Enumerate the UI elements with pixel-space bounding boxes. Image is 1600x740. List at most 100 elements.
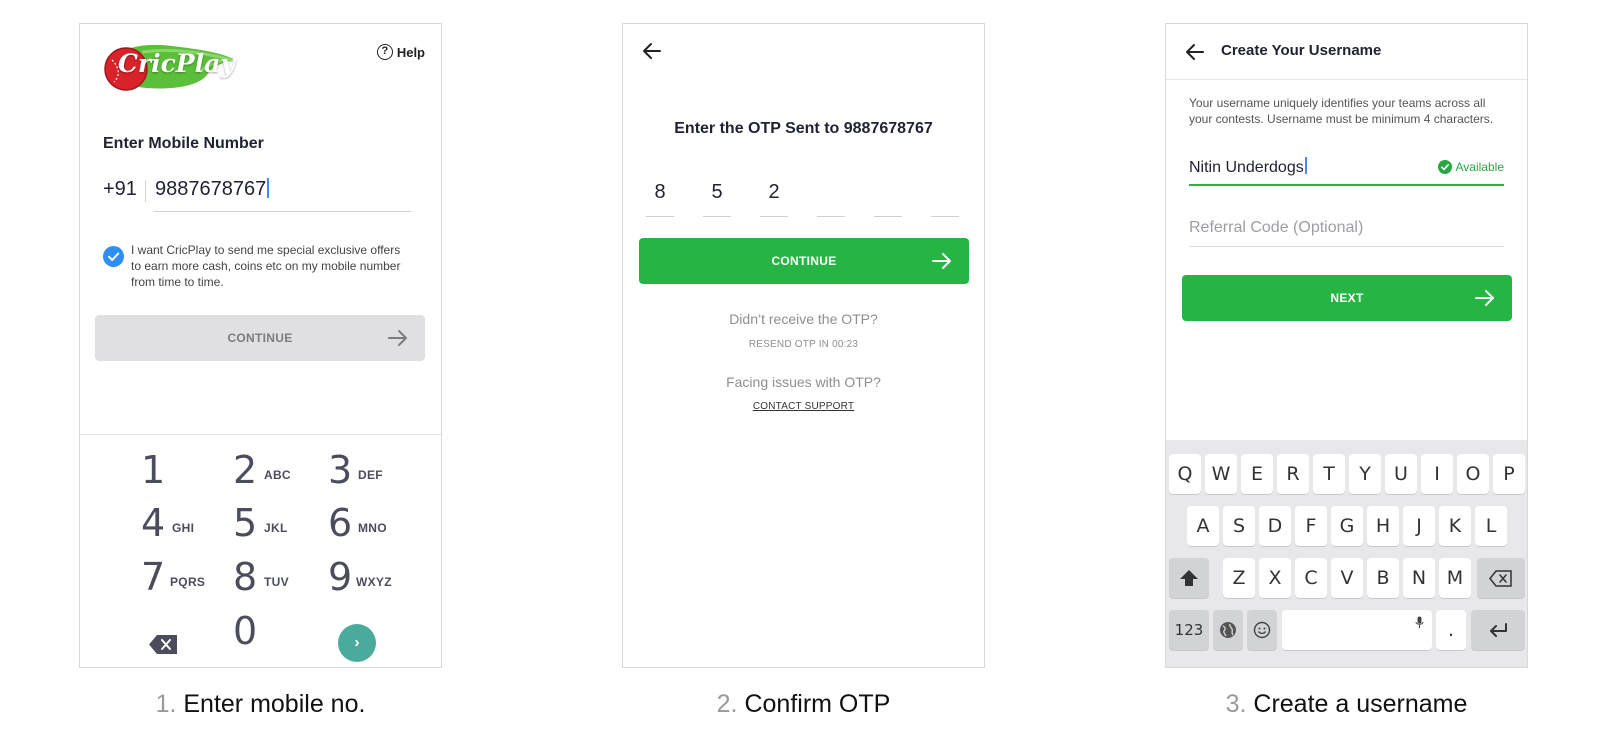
continue-label: CONTINUE bbox=[227, 331, 293, 345]
keypad-key-4[interactable]: 4 GHI bbox=[141, 501, 241, 549]
keypad-divider bbox=[80, 434, 441, 435]
numbers-key[interactable]: 123 bbox=[1169, 610, 1209, 650]
emoji-key[interactable] bbox=[1247, 610, 1277, 650]
key-letters: JKL bbox=[264, 521, 288, 535]
otp-issues-text: Facing issues with OTP? bbox=[726, 374, 881, 390]
key-w[interactable]: W bbox=[1205, 454, 1237, 494]
username-underline bbox=[1189, 184, 1504, 186]
next-button[interactable]: NEXT bbox=[1182, 275, 1512, 321]
continue-button[interactable]: CONTINUE bbox=[639, 238, 969, 284]
key-g[interactable]: G bbox=[1331, 506, 1363, 546]
key-letters: DEF bbox=[358, 468, 383, 482]
delete-key[interactable] bbox=[1477, 558, 1525, 598]
globe-key[interactable] bbox=[1213, 610, 1243, 650]
key-j[interactable]: J bbox=[1403, 506, 1435, 546]
key-digit: 8 bbox=[233, 555, 258, 599]
arrow-right-icon bbox=[388, 330, 407, 346]
space-key[interactable] bbox=[1282, 610, 1432, 650]
referral-code-input[interactable]: Referral Code (Optional) bbox=[1189, 219, 1363, 237]
key-c[interactable]: C bbox=[1295, 558, 1327, 598]
continue-button[interactable]: CONTINUE bbox=[95, 315, 425, 361]
shift-key[interactable] bbox=[1169, 558, 1209, 598]
contact-support-link[interactable]: CONTACT SUPPORT bbox=[623, 401, 984, 412]
keypad-key-2[interactable]: 2 ABC bbox=[233, 448, 333, 496]
screen-create-username: Create Your Username Your username uniqu… bbox=[1165, 23, 1528, 668]
mobile-number-input[interactable]: 9887678767 bbox=[155, 178, 270, 201]
keypad-go-button[interactable]: › bbox=[338, 624, 376, 662]
help-icon: ? bbox=[376, 44, 393, 60]
key-z[interactable]: Z bbox=[1223, 558, 1255, 598]
emoji-icon bbox=[1253, 621, 1271, 639]
availability-status: Available bbox=[1437, 160, 1504, 174]
key-p[interactable]: P bbox=[1493, 454, 1525, 494]
text-caret bbox=[1304, 157, 1307, 174]
key-digit: 9 bbox=[328, 555, 353, 599]
key-x[interactable]: X bbox=[1259, 558, 1291, 598]
globe-icon bbox=[1220, 622, 1236, 638]
consent-checkbox[interactable] bbox=[103, 246, 124, 267]
key-f[interactable]: F bbox=[1295, 506, 1327, 546]
arrow-right-icon bbox=[1475, 290, 1494, 306]
keypad-key-3[interactable]: 3 DEF bbox=[328, 448, 428, 496]
arrow-right-icon bbox=[932, 253, 951, 269]
key-r[interactable]: R bbox=[1277, 454, 1309, 494]
help-link[interactable]: ? Help bbox=[376, 44, 425, 60]
key-d[interactable]: D bbox=[1259, 506, 1291, 546]
backspace-icon[interactable] bbox=[149, 635, 177, 654]
key-m[interactable]: M bbox=[1439, 558, 1471, 598]
availability-label: Available bbox=[1455, 160, 1504, 174]
caption-text: Enter mobile no. bbox=[183, 690, 366, 718]
country-code[interactable]: +91 bbox=[103, 178, 137, 201]
otp-digit-4[interactable] bbox=[817, 181, 845, 217]
caption-step-2: 2. Confirm OTP bbox=[622, 690, 985, 719]
key-h[interactable]: H bbox=[1367, 506, 1399, 546]
checkmark-icon bbox=[1437, 160, 1452, 174]
username-value: Nitin Underdogs bbox=[1189, 159, 1304, 176]
next-label: NEXT bbox=[1330, 291, 1364, 305]
key-n[interactable]: N bbox=[1403, 558, 1435, 598]
key-digit: 2 bbox=[233, 448, 258, 492]
return-key[interactable] bbox=[1471, 610, 1525, 650]
caption-text: Confirm OTP bbox=[744, 690, 891, 718]
otp-digit-5[interactable] bbox=[874, 181, 902, 217]
keypad-key-0[interactable]: 0 bbox=[233, 609, 333, 657]
keypad-key-9[interactable]: 9 WXYZ bbox=[328, 555, 428, 603]
key-k[interactable]: K bbox=[1439, 506, 1471, 546]
otp-digit-6[interactable] bbox=[931, 181, 959, 217]
keypad-key-6[interactable]: 6 MNO bbox=[328, 501, 428, 549]
back-arrow-icon[interactable] bbox=[1185, 43, 1205, 61]
back-arrow-icon[interactable] bbox=[642, 42, 662, 60]
keypad-key-5[interactable]: 5 JKL bbox=[233, 501, 333, 549]
username-description: Your username uniquely identifies your t… bbox=[1189, 96, 1494, 126]
key-a[interactable]: A bbox=[1187, 506, 1219, 546]
input-underline bbox=[154, 211, 411, 212]
keypad-key-7[interactable]: 7 PQRS bbox=[141, 555, 241, 603]
key-e[interactable]: E bbox=[1241, 454, 1273, 494]
username-input[interactable]: Nitin Underdogs bbox=[1189, 157, 1307, 177]
key-u[interactable]: U bbox=[1385, 454, 1417, 494]
key-v[interactable]: V bbox=[1331, 558, 1363, 598]
key-l[interactable]: L bbox=[1475, 506, 1507, 546]
key-letters: ABC bbox=[264, 468, 291, 482]
key-letters: WXYZ bbox=[356, 575, 392, 589]
cricplay-logo: CricPlay bbox=[102, 38, 238, 94]
otp-digit-2[interactable]: 5 bbox=[703, 181, 731, 217]
key-letters: MNO bbox=[358, 521, 387, 535]
key-digit: 1 bbox=[141, 448, 166, 492]
otp-digit-3[interactable]: 2 bbox=[760, 181, 788, 217]
key-y[interactable]: Y bbox=[1349, 454, 1381, 494]
key-o[interactable]: O bbox=[1457, 454, 1489, 494]
caption-number: 3. bbox=[1225, 690, 1247, 718]
key-t[interactable]: T bbox=[1313, 454, 1345, 494]
key-b[interactable]: B bbox=[1367, 558, 1399, 598]
otp-digit-1[interactable]: 8 bbox=[646, 181, 674, 217]
key-s[interactable]: S bbox=[1223, 506, 1255, 546]
keypad-key-8[interactable]: 8 TUV bbox=[233, 555, 333, 603]
keypad-key-1[interactable]: 1 bbox=[141, 448, 241, 496]
key-q[interactable]: Q bbox=[1169, 454, 1201, 494]
key-i[interactable]: I bbox=[1421, 454, 1453, 494]
key-digit: 3 bbox=[328, 448, 353, 492]
consent-text: I want CricPlay to send me special exclu… bbox=[131, 243, 401, 289]
continue-label: CONTINUE bbox=[771, 254, 837, 268]
period-key[interactable]: . bbox=[1436, 610, 1466, 650]
